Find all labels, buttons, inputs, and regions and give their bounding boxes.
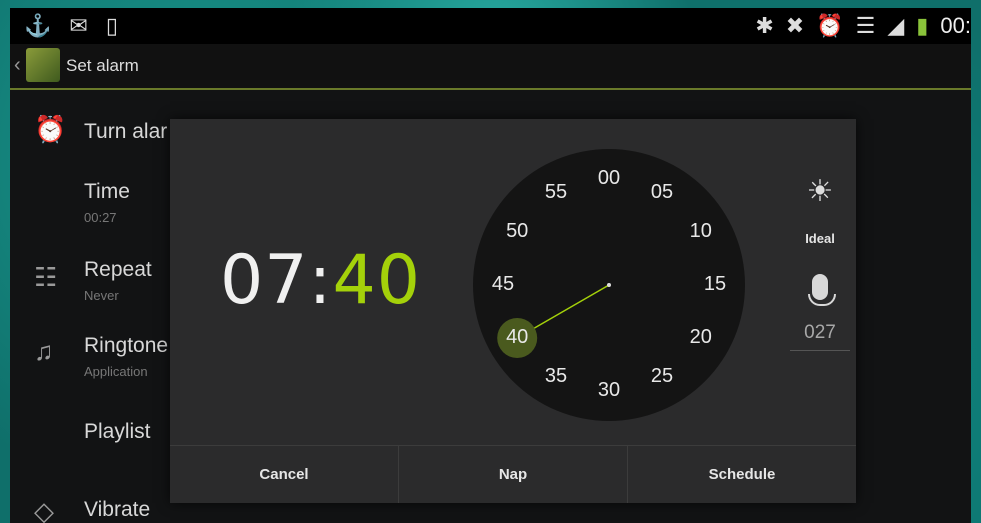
sunrise-icon[interactable]: ☀ xyxy=(790,174,850,209)
minute-label-20[interactable]: 20 xyxy=(681,326,721,349)
action-bar: ‹ Set alarm xyxy=(10,44,971,90)
ringtone-label: Ringtone xyxy=(84,334,169,357)
side-panel: ☀ Ideal 027 xyxy=(790,174,850,351)
wifi-icon: ☰ xyxy=(855,13,876,38)
minute-label-00[interactable]: 00 xyxy=(589,167,629,190)
nap-button[interactable]: Nap xyxy=(399,446,628,503)
clock-center-dot xyxy=(607,283,611,287)
repeat-value: Never xyxy=(84,288,119,303)
minute-label-15[interactable]: 15 xyxy=(695,273,735,296)
vibrate-label: Vibrate xyxy=(84,498,151,521)
alarm-clock-icon: ⏰ xyxy=(34,114,67,144)
minute-label-25[interactable]: 25 xyxy=(642,365,682,388)
turn-alarm-label: Turn alar xyxy=(84,120,168,143)
minute-label-55[interactable]: 55 xyxy=(536,181,576,204)
repeat-label: Repeat xyxy=(84,258,152,281)
minute-label-50[interactable]: 50 xyxy=(497,220,537,243)
calendar-icon: ☷ xyxy=(34,262,58,292)
alarm-icon: ⏰ xyxy=(816,13,844,38)
schedule-button[interactable]: Schedule xyxy=(628,446,856,503)
ideal-label[interactable]: Ideal xyxy=(790,231,850,246)
music-note-icon: ♫ xyxy=(34,336,54,366)
page-title: Set alarm xyxy=(66,56,139,75)
vibrate-icon: ◇ xyxy=(34,496,54,523)
minute-clock-face[interactable]: 00 05 10 15 20 25 30 35 40 45 50 55 xyxy=(473,149,745,421)
bluetooth-icon: ✱ xyxy=(755,13,774,38)
playlist-label: Playlist xyxy=(84,420,151,443)
minute-label-35[interactable]: 35 xyxy=(536,365,576,388)
minute-label-05[interactable]: 05 xyxy=(642,181,682,204)
mail-icon: ✉ xyxy=(69,13,88,38)
minutes-value[interactable]: 40 xyxy=(332,241,421,320)
dialog-buttons: Cancel Nap Schedule xyxy=(170,445,856,503)
time-value: 00:27 xyxy=(84,210,117,225)
battery-icon: ▮ xyxy=(916,13,929,38)
phone-icon: ▯ xyxy=(105,13,118,38)
time-display: 07:40 xyxy=(220,241,421,320)
time-label: Time xyxy=(84,180,130,203)
minute-label-45[interactable]: 45 xyxy=(483,273,523,296)
status-clock: 00: xyxy=(940,13,971,38)
ringtone-value: Application xyxy=(84,364,148,379)
time-separator: : xyxy=(308,241,333,320)
microphone-icon[interactable] xyxy=(808,274,836,306)
app-icon[interactable] xyxy=(26,48,60,82)
hours-value[interactable]: 07 xyxy=(220,241,309,320)
back-chevron-icon[interactable]: ‹ xyxy=(14,54,21,77)
phone-screen: ⚓ ✉ ▯ ✱ ✖ ⏰ ☰ ◢ ▮ 00: ‹ Set alarm ⏰ Turn… xyxy=(10,8,971,523)
status-bar: ⚓ ✉ ▯ ✱ ✖ ⏰ ☰ ◢ ▮ 00: xyxy=(10,8,971,44)
signal-icon: ◢ xyxy=(887,13,905,38)
code-field[interactable]: 027 xyxy=(790,322,850,351)
cancel-button[interactable]: Cancel xyxy=(170,446,399,503)
mute-icon: ✖ xyxy=(785,13,805,38)
usb-icon: ⚓ xyxy=(24,13,52,38)
minute-label-10[interactable]: 10 xyxy=(681,220,721,243)
set-time-dialog: 07:40 00 05 10 15 20 25 30 35 40 45 50 55 ☀ Ideal 0… xyxy=(170,119,856,503)
minute-label-30[interactable]: 30 xyxy=(589,379,629,402)
minute-label-40[interactable]: 40 xyxy=(497,326,537,349)
